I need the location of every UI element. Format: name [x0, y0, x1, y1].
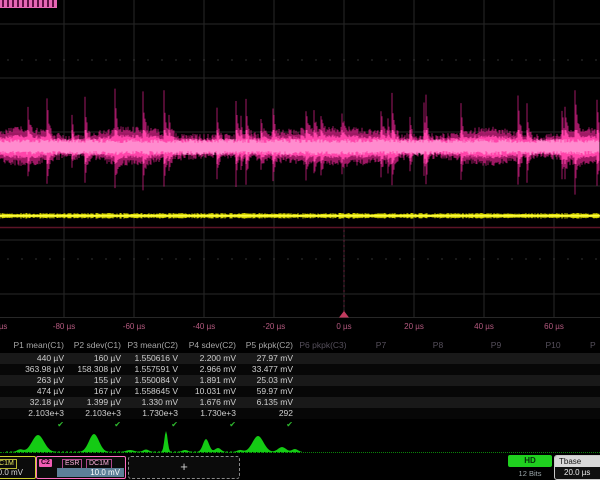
measure-row-mean: 363.98 µV 158.308 µV 1.557591 V 2.966 mV…	[0, 364, 600, 375]
measure-value: 363.98 µV	[8, 364, 64, 375]
c2-scale-value: 10.0 mV	[57, 468, 124, 477]
measure-header-p4[interactable]: P4 sdev(C2)	[180, 339, 236, 351]
trace-label-badge	[0, 0, 57, 8]
badge-text-marks	[2, 0, 55, 7]
measure-value: 2.103e+3	[65, 408, 121, 419]
time-tick-label: -100 µs	[0, 322, 7, 331]
timebase-descriptor[interactable]: Tbase 20.0 µs	[554, 455, 600, 480]
measure-row-max: 474 µV 167 µV 1.558645 V 10.031 mV 59.97…	[0, 386, 600, 397]
measure-value: 292	[237, 408, 293, 419]
time-tick-label: 60 µs	[544, 322, 564, 331]
measure-value: 155 µV	[65, 375, 121, 386]
time-tick-label: 40 µs	[474, 322, 494, 331]
measure-value: 263 µV	[8, 375, 64, 386]
time-tick-label: -20 µs	[263, 322, 285, 331]
measure-header-partial: P	[590, 339, 600, 351]
measure-value: 1.330 mV	[122, 397, 178, 408]
measure-value: 1.676 mV	[180, 397, 236, 408]
timebase-label: Tbase	[555, 456, 600, 467]
measure-row-sdev: 32.18 µV 1.399 µV 1.330 mV 1.676 mV 6.13…	[0, 397, 600, 408]
measure-value: 33.477 mV	[237, 364, 293, 375]
hd-bits-label: 12 Bits	[508, 469, 552, 478]
measure-value: 2.200 mV	[180, 353, 236, 364]
measure-header-p3[interactable]: P3 mean(C2)	[122, 339, 178, 351]
measure-value: 10.031 mV	[180, 386, 236, 397]
measure-value: 1.550084 V	[122, 375, 178, 386]
measure-row-min: 263 µV 155 µV 1.550084 V 1.891 mV 25.03 …	[0, 375, 600, 386]
oscilloscope-screen: -100 µs -80 µs -60 µs -40 µs -20 µs 0 µs…	[0, 0, 600, 480]
measurement-histicons[interactable]	[0, 429, 600, 455]
time-tick-label: 20 µs	[404, 322, 424, 331]
measure-value: 1.891 mV	[180, 375, 236, 386]
measure-value: 1.550616 V	[122, 353, 178, 364]
measure-row-value: 440 µV 160 µV 1.550616 V 2.200 mV 27.97 …	[0, 353, 600, 364]
measure-value: 2.103e+3	[8, 408, 64, 419]
measure-value: 32.18 µV	[8, 397, 64, 408]
timebase-value: 20.0 µs	[555, 467, 600, 478]
measure-header-p6[interactable]: P6 pkpk(C3)	[294, 339, 352, 351]
time-tick-label: -60 µs	[123, 322, 145, 331]
measurement-table: P1 mean(C1) P2 sdev(C1) P3 mean(C2) P4 s…	[0, 337, 600, 430]
c2-channel-badge: C2	[39, 459, 52, 467]
measure-value: 27.97 mV	[237, 353, 293, 364]
measure-value: 2.966 mV	[180, 364, 236, 375]
add-trace-button[interactable]: +	[128, 456, 240, 479]
measure-header-p7[interactable]: P7	[352, 339, 410, 351]
measure-value: 158.308 µV	[65, 364, 121, 375]
c1-scale-value: 10.0 mV	[0, 468, 23, 477]
measure-value: 59.97 mV	[237, 386, 293, 397]
measure-header-p10[interactable]: P10	[524, 339, 582, 351]
measure-value: 6.135 mV	[237, 397, 293, 408]
measure-value: 1.730e+3	[122, 408, 178, 419]
measure-value: 160 µV	[65, 353, 121, 364]
measure-header-p2[interactable]: P2 sdev(C1)	[65, 339, 121, 351]
measure-value: 25.03 mV	[237, 375, 293, 386]
time-tick-label: 0 µs	[336, 322, 351, 331]
time-tick-label: -80 µs	[53, 322, 75, 331]
measure-value: 1.399 µV	[65, 397, 121, 408]
waveform-grid	[0, 0, 600, 318]
measure-value: 440 µV	[8, 353, 64, 364]
measure-value: 1.558645 V	[122, 386, 178, 397]
time-tick-label: -40 µs	[193, 322, 215, 331]
descriptor-strip: DC1M 10.0 mV C2 ESR DC1M 10.0 mV + HD 12…	[0, 455, 600, 480]
measure-value: 1.730e+3	[180, 408, 236, 419]
measure-header-p5[interactable]: P5 pkpk(C2)	[237, 339, 293, 351]
measure-header-p8[interactable]: P8	[409, 339, 467, 351]
measure-header-p1[interactable]: P1 mean(C1)	[8, 339, 64, 351]
channel-c2-descriptor[interactable]: C2 ESR DC1M 10.0 mV	[36, 456, 126, 479]
measurement-header-row: P1 mean(C1) P2 sdev(C1) P3 mean(C2) P4 s…	[0, 339, 600, 351]
time-axis: -100 µs -80 µs -60 µs -40 µs -20 µs 0 µs…	[0, 320, 600, 336]
measure-value: 167 µV	[65, 386, 121, 397]
measure-header-p9[interactable]: P9	[467, 339, 525, 351]
channel-c1-descriptor[interactable]: DC1M 10.0 mV	[0, 456, 36, 479]
measure-value: 1.557591 V	[122, 364, 178, 375]
measure-value: 474 µV	[8, 386, 64, 397]
hd-mode-badge[interactable]: HD	[508, 455, 552, 467]
measure-row-num: 2.103e+3 2.103e+3 1.730e+3 1.730e+3 292	[0, 408, 600, 419]
